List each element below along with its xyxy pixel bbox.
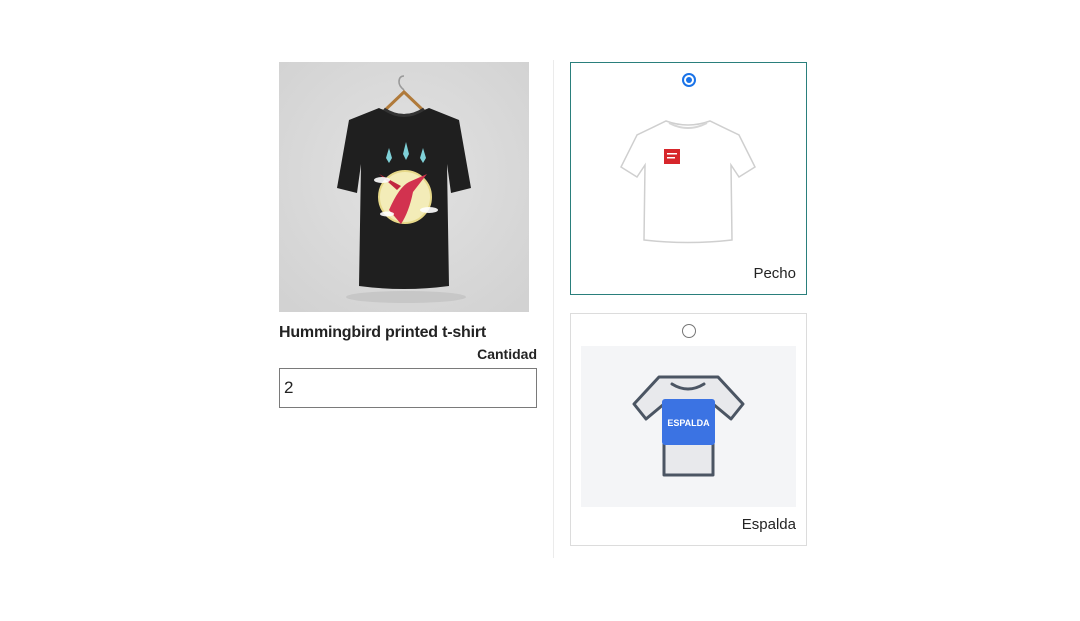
quantity-input[interactable] <box>279 368 537 408</box>
product-panel: Hummingbird printed t-shirt Cantidad <box>279 62 537 408</box>
column-divider <box>553 60 554 558</box>
pecho-preview-image <box>581 95 796 256</box>
option-pecho[interactable]: Pecho <box>570 62 807 295</box>
product-title: Hummingbird printed t-shirt <box>279 324 487 341</box>
option-label-espalda: Espalda <box>741 516 796 533</box>
option-espalda[interactable]: ESPALDA Espalda <box>570 313 807 546</box>
espalda-preview-image: ESPALDA <box>581 346 796 507</box>
radio-espalda[interactable] <box>681 324 696 338</box>
espalda-badge-text: ESPALDA <box>667 418 710 428</box>
option-label-pecho: Pecho <box>753 265 796 282</box>
product-image <box>279 62 529 312</box>
radio-pecho[interactable] <box>681 73 696 87</box>
quantity-label: Cantidad <box>477 346 537 362</box>
